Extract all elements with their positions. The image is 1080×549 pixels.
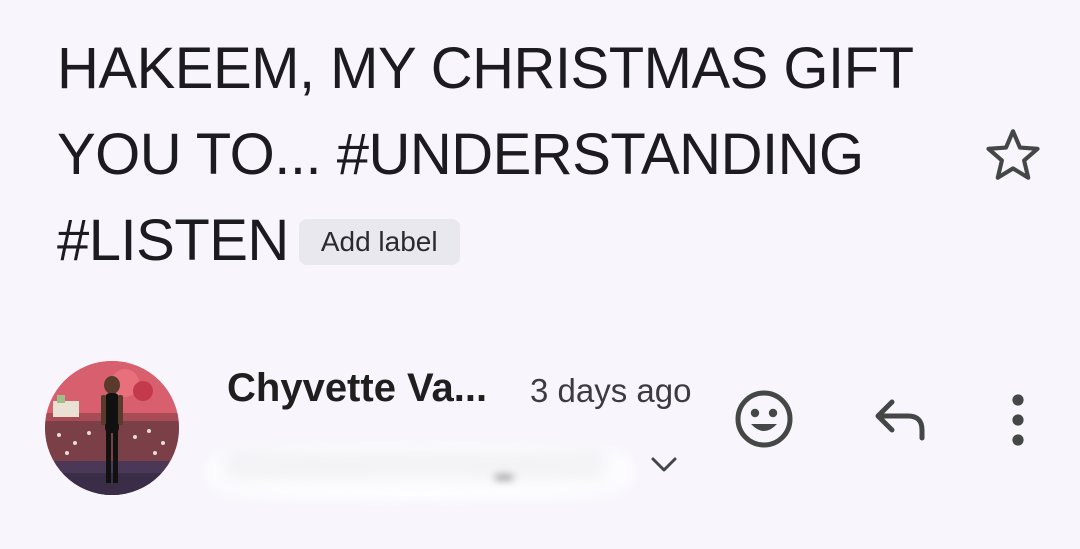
subject-line-3: #LISTEN xyxy=(57,208,289,273)
recipient-details-blurred xyxy=(205,442,635,502)
blurred-text xyxy=(225,450,605,480)
sender-name[interactable]: Chyvette Va... xyxy=(227,366,487,411)
more-vert-icon[interactable] xyxy=(996,388,1040,452)
emoji-react-icon[interactable] xyxy=(731,386,797,452)
avatar-photo xyxy=(45,361,179,495)
add-label-button[interactable]: Add label xyxy=(298,219,460,265)
timestamp: 3 days ago xyxy=(530,372,692,409)
sender-avatar[interactable] xyxy=(45,361,179,495)
subject-line-1: HAKEEM, MY CHRISTMAS GIFT xyxy=(57,36,914,101)
blurred-mark xyxy=(495,476,513,479)
email-subject: HAKEEM, MY CHRISTMAS GIFT YOU TO... #UNDE… xyxy=(57,26,957,284)
chevron-down-icon[interactable] xyxy=(644,446,684,482)
reply-icon[interactable] xyxy=(868,392,934,448)
subject-line-2: YOU TO... #UNDERSTANDING xyxy=(57,122,864,187)
star-icon[interactable] xyxy=(982,124,1044,186)
